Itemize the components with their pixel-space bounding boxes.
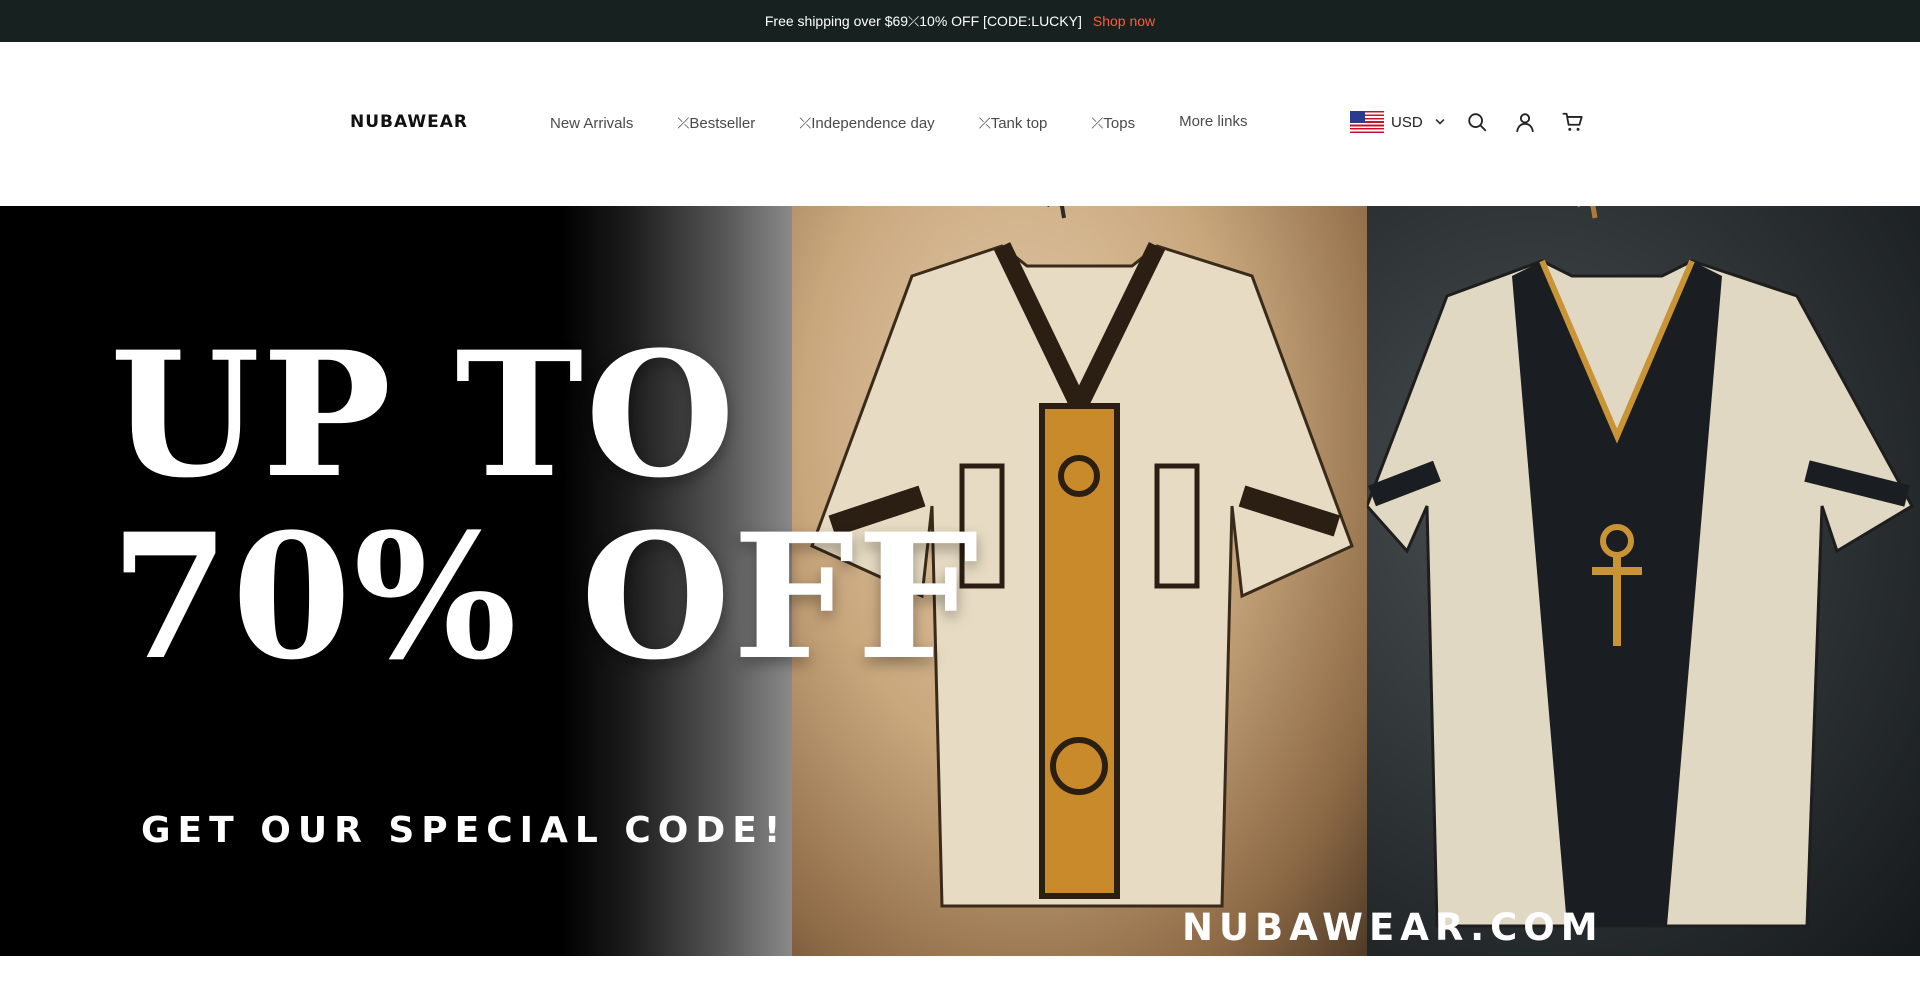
cart-icon[interactable] [1561,110,1585,134]
hero-watermark: NUBAWEAR.COM [1182,906,1604,949]
nav-item-tops[interactable]: ⤫Tops [1091,115,1135,132]
nav-item-new-arrivals[interactable]: New Arrivals [550,115,633,132]
currency-code: USD [1391,113,1423,131]
site-header: NUBAWEAR New Arrivals ⤫Bestseller ⤫Indep… [0,42,1920,206]
header-tools: USD [1350,110,1585,134]
us-flag-icon [1350,111,1384,133]
announcement-bar: Free shipping over $69⤫10% OFF [CODE:LUC… [0,0,1920,42]
site-logo[interactable]: NUBAWEAR [350,112,468,132]
shop-now-link[interactable]: Shop now [1093,13,1155,29]
hero-headline: UP TO 70% OFF [110,324,981,688]
nav-item-bestseller[interactable]: ⤫Bestseller [677,115,755,132]
nav-item-tank-top[interactable]: ⤫Tank top [979,115,1048,132]
hero-banner[interactable]: UP TO 70% OFF GET OUR SPECIAL CODE! NUBA… [0,206,1920,956]
ankh-embroidered-shirt-photo [1367,206,1920,956]
headline-line-2: 70% OFF [110,495,981,698]
announcement-text: Free shipping over $69⤫10% OFF [CODE:LUC… [764,12,1082,29]
nav-item-independence-day[interactable]: ⤫Independence day [799,115,934,132]
account-icon[interactable] [1513,110,1537,134]
chevron-down-icon [1435,119,1444,125]
currency-selector[interactable]: USD [1350,111,1465,133]
search-icon[interactable] [1465,110,1489,134]
hero-subheadline: GET OUR SPECIAL CODE! [141,810,788,851]
headline-line-1: UP TO [110,313,738,516]
main-nav: New Arrivals ⤫Bestseller ⤫Independence d… [550,113,1291,132]
nav-item-more-links[interactable]: More links [1179,113,1247,130]
